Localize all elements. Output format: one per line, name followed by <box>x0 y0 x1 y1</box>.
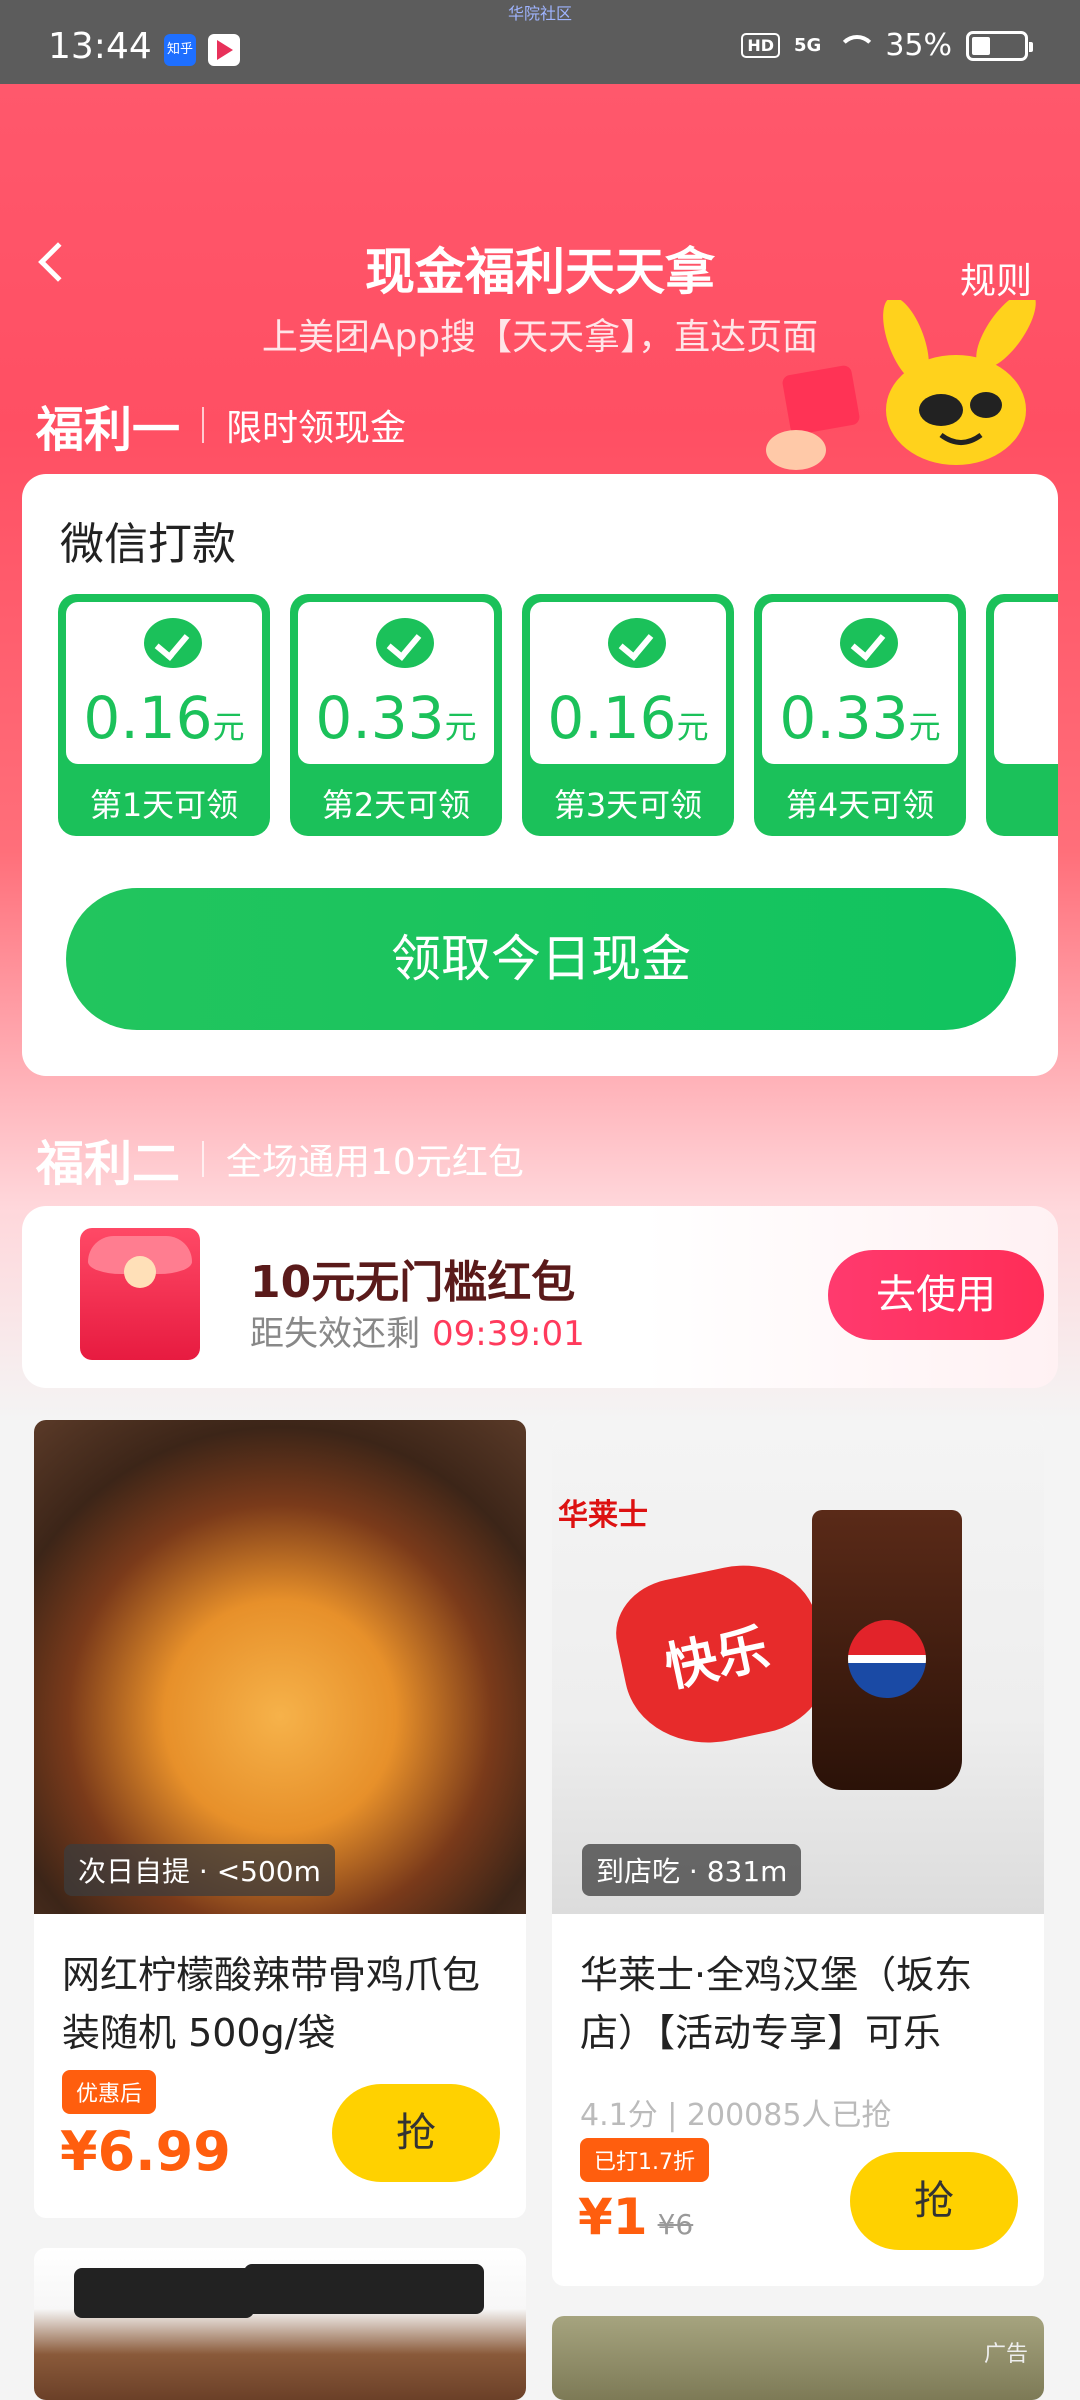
benefit1-title: 福利一 <box>36 402 181 458</box>
divider <box>202 407 205 443</box>
countdown-label: 距失效还剩 <box>250 1314 420 1354</box>
day-list[interactable]: 0.16元 第1天可领 0.33元 第2天可领 0.16元 第3天可领 0.33… <box>58 594 1058 836</box>
use-coupon-button[interactable]: 去使用 <box>828 1250 1044 1340</box>
ad-label: 广告 <box>983 2342 1028 2367</box>
product-name[interactable]: 网红柠檬酸辣带骨鸡爪包装随机 500g/袋 <box>62 1946 502 2062</box>
wechat-cash-card: 微信打款 0.16元 第1天可领 0.33元 第2天可领 0.16元 第3天可领 <box>22 474 1058 1076</box>
product-image[interactable]: 广告 <box>552 2316 1044 2400</box>
coupon-card: 10元无门槛红包 距失效还剩 09:39:01 去使用 <box>22 1206 1058 1388</box>
day-amount: 0.16元 <box>547 684 709 752</box>
day-caption: 第1天可领 <box>89 786 239 824</box>
product-price: ¥1 <box>578 2188 648 2246</box>
product-image[interactable] <box>34 2248 526 2400</box>
grab-button[interactable]: 抢 <box>332 2084 500 2182</box>
product-card[interactable]: 广告 <box>552 2316 1044 2400</box>
status-bar: 华院社区 13:44 知乎 HD 5G 35% <box>0 0 1080 84</box>
jar-lid <box>244 2264 484 2314</box>
day-card[interactable]: 0.33元 第4天可领 <box>754 594 966 836</box>
day-caption: 第5 <box>986 780 1058 826</box>
check-icon <box>840 618 898 668</box>
status-time: 13:44 <box>48 26 152 67</box>
mascot-illustration <box>766 300 1036 470</box>
product-card[interactable]: 华莱士 快乐 到店吃 · 831m 华莱士·全鸡汉堡（坂东店）【活动专享】可乐 … <box>552 1420 1044 2286</box>
check-icon <box>144 618 202 668</box>
check-icon <box>376 618 434 668</box>
original-price: ¥6 <box>657 2208 694 2241</box>
red-envelope-icon <box>80 1228 200 1360</box>
day-amount: 0. <box>994 684 1058 752</box>
rules-link[interactable]: 规则 <box>960 252 1032 304</box>
product-card[interactable] <box>34 2248 526 2400</box>
coupon-countdown-row: 距失效还剩 09:39:01 <box>250 1306 585 1355</box>
status-top-note: 华院社区 <box>507 4 572 23</box>
claim-cash-button[interactable]: 领取今日现金 <box>66 888 1016 1030</box>
discount-tag: 已打1.7折 <box>580 2138 709 2182</box>
zhihu-app-icon: 知乎 <box>164 34 196 66</box>
grab-button[interactable]: 抢 <box>850 2152 1018 2250</box>
price-tag: 优惠后 <box>62 2070 157 2114</box>
hd-icon: HD <box>741 33 780 58</box>
product-card[interactable]: 次日自提 · <500m 网红柠檬酸辣带骨鸡爪包装随机 500g/袋 优惠后 ¥… <box>34 1420 526 2218</box>
video-app-icon <box>208 34 240 66</box>
wechat-payout-label: 微信打款 <box>60 519 236 570</box>
product-meta: 4.1分 | 200085人已抢 <box>580 2098 892 2133</box>
product-location-tag: 次日自提 · <500m <box>64 1844 335 1896</box>
benefit1-header: 福利一 限时领现金 <box>36 390 406 460</box>
day-caption: 第2天可领 <box>321 786 471 824</box>
divider <box>202 1141 205 1177</box>
countdown-timer: 09:39:01 <box>432 1314 585 1354</box>
product-price-row: ¥1 ¥6 <box>578 2188 693 2246</box>
day-card[interactable]: 0.16元 第1天可领 <box>58 594 270 836</box>
day-amount: 0.16元 <box>83 684 245 752</box>
benefit2-header: 福利二 全场通用10元红包 <box>36 1124 524 1194</box>
status-right: HD 5G 35% <box>741 28 1033 63</box>
day-amount: 0.33元 <box>315 684 477 752</box>
day-card[interactable]: 0. 第5 <box>986 594 1058 836</box>
day-amount: 0.33元 <box>779 684 941 752</box>
benefit2-subtitle: 全场通用10元红包 <box>226 1142 524 1183</box>
battery-percent: 35% <box>885 28 952 63</box>
product-price: ¥6.99 <box>60 2120 231 2183</box>
day-card[interactable]: 0.33元 第2天可领 <box>290 594 502 836</box>
product-location-tag: 到店吃 · 831m <box>582 1844 802 1896</box>
pepsi-logo-icon <box>848 1620 926 1698</box>
product-name[interactable]: 华莱士·全鸡汉堡（坂东店）【活动专享】可乐 <box>580 1946 1020 2062</box>
benefit2-title: 福利二 <box>36 1136 181 1192</box>
day-caption: 第4天可领 <box>785 786 935 824</box>
signal-icon: 5G <box>794 35 822 56</box>
coupon-title: 10元无门槛红包 <box>250 1257 576 1308</box>
day-caption: 第3天可领 <box>553 786 703 824</box>
product-image[interactable]: 华莱士 快乐 到店吃 · 831m <box>552 1420 1044 1914</box>
page-title: 现金福利天天拿 <box>365 243 715 301</box>
product-image[interactable]: 次日自提 · <500m <box>34 1420 526 1914</box>
day-card[interactable]: 0.16元 第3天可领 <box>522 594 734 836</box>
wifi-icon <box>835 33 878 59</box>
check-icon <box>608 618 666 668</box>
benefit1-subtitle: 限时领现金 <box>226 408 407 449</box>
brand-logo: 华莱士 <box>558 1498 648 1533</box>
battery-icon <box>966 30 1033 61</box>
jar-lid <box>74 2268 254 2318</box>
